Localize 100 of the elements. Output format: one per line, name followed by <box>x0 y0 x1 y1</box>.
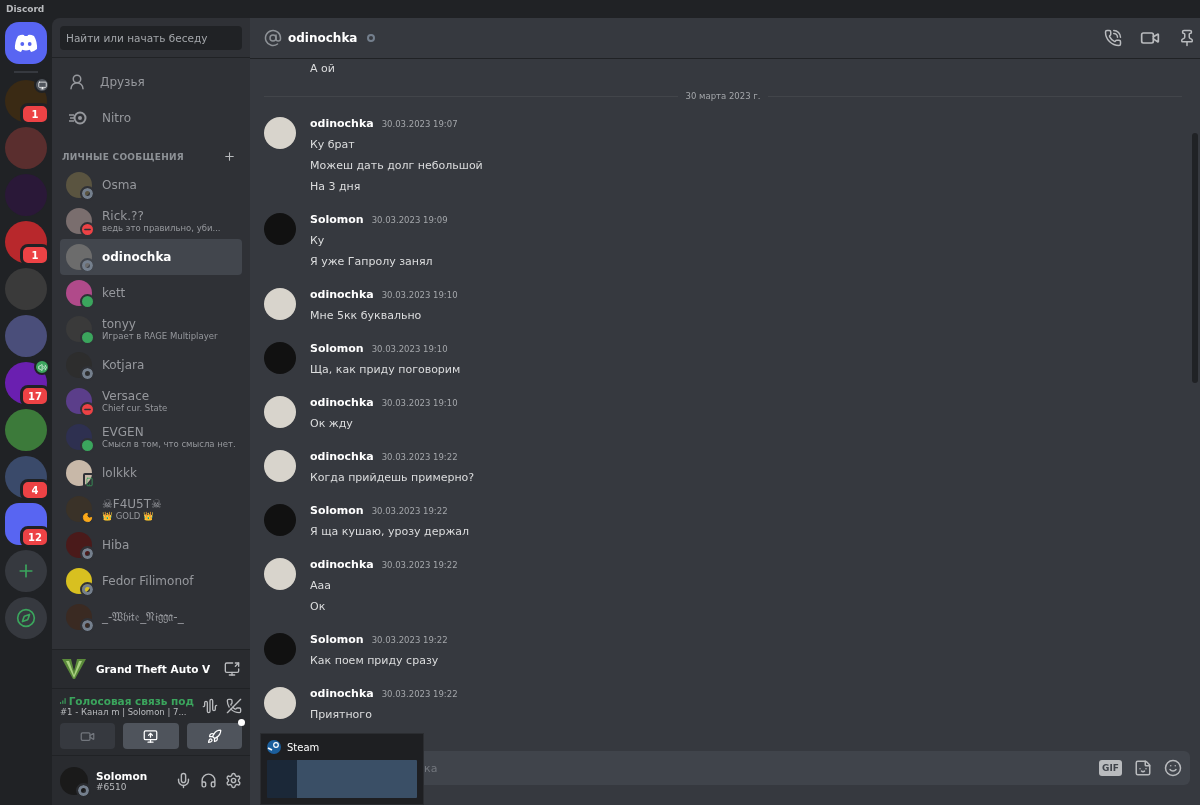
avatar <box>66 568 92 594</box>
unread-badge: 17 <box>20 385 50 407</box>
disconnect-button[interactable] <box>226 698 242 714</box>
message-author: Solomon <box>310 342 364 355</box>
monitor-icon <box>143 728 159 744</box>
avatar <box>66 172 92 198</box>
sticker-icon <box>1134 759 1152 777</box>
search-field[interactable]: Найти или начать беседу <box>60 25 242 50</box>
dm-item[interactable]: ☠F4U5T☠ 👑 GOLD 👑 <box>60 491 242 527</box>
avatar <box>264 687 296 719</box>
dm-item[interactable]: EVGEN Смысл в том, что смысла нет. <box>60 419 242 455</box>
gif-button[interactable]: GIF <box>1099 760 1122 776</box>
dm-name: lolkkk <box>102 466 137 480</box>
status-online-icon <box>80 330 95 345</box>
camera-button[interactable] <box>60 723 116 749</box>
speaker-icon <box>34 359 50 375</box>
dm-item[interactable]: Osma <box>60 167 242 203</box>
avatar <box>264 396 296 428</box>
dm-item[interactable]: Kotjara <box>60 347 242 383</box>
user-tag: #6510 <box>96 781 167 792</box>
explore-button[interactable] <box>5 597 47 639</box>
voice-channel-link[interactable]: #1 - Канал m | Solomon | 7... <box>60 707 194 717</box>
status-mobile-icon <box>83 473 96 490</box>
dm-name: kett <box>102 286 126 300</box>
add-server-button[interactable] <box>5 550 47 592</box>
headphones-icon <box>200 772 217 789</box>
microphone-icon <box>175 772 192 789</box>
dm-status-text: ведь это правильно, уби... <box>102 223 221 233</box>
message-author: odinochka <box>310 288 374 301</box>
activity-game-name: Grand Theft Auto V <box>96 663 212 675</box>
signal-icon <box>60 696 66 706</box>
message-time: 30.03.2023 19:09 <box>371 215 448 225</box>
message-time: 30.03.2023 19:07 <box>381 119 458 129</box>
dm-item[interactable]: kett <box>60 275 242 311</box>
settings-button[interactable] <box>225 772 242 789</box>
app-title: Discord <box>6 4 45 14</box>
avatar <box>66 604 92 630</box>
dm-item[interactable]: Fedor Filimonof <box>60 563 242 599</box>
message-text: Ку брат <box>310 137 356 153</box>
headphones-button[interactable] <box>200 772 217 789</box>
home-button[interactable] <box>5 22 47 64</box>
message-author: odinochka <box>310 450 374 463</box>
avatar <box>264 633 296 665</box>
dm-status-text: Смысл в том, что смысла нет. <box>102 439 236 449</box>
status-dnd-icon <box>80 222 95 237</box>
rocket-icon <box>206 728 222 744</box>
avatar <box>66 208 92 234</box>
status-dnd-icon <box>80 402 95 417</box>
dm-item[interactable]: Versace Chief cur. State <box>60 383 242 419</box>
scrollbar-thumb[interactable] <box>1192 133 1198 383</box>
voice-status: Голосовая связь под <box>68 695 194 707</box>
nav-item[interactable]: Друзья <box>60 64 242 100</box>
dm-item[interactable]: _-𝔚𝔥𝔦𝔱𝔢_𝔑𝔦𝔤𝔤𝔞-_ <box>60 599 242 635</box>
message-text: Ща, как приду поговорим <box>310 362 461 378</box>
dm-status-text: 👑 GOLD 👑 <box>102 511 155 521</box>
status-offline-icon <box>76 782 91 798</box>
emoji-button[interactable] <box>1164 759 1182 777</box>
message-text: Ку <box>310 233 326 249</box>
share-screen-button[interactable] <box>123 723 179 749</box>
popup-title: Steam <box>287 741 320 753</box>
dm-name: odinochka <box>102 250 172 264</box>
nitro-icon <box>68 111 88 125</box>
avatar <box>264 558 296 590</box>
dm-item[interactable]: lolkkk <box>60 455 242 491</box>
dm-name: Fedor Filimonof <box>102 574 194 588</box>
section-header: ЛИЧНЫЕ СООБЩЕНИЯ <box>62 151 185 162</box>
dm-name: _-𝔚𝔥𝔦𝔱𝔢_𝔑𝔦𝔤𝔤𝔞-_ <box>102 610 184 624</box>
noise-suppression-button[interactable] <box>202 698 218 714</box>
voice-call-icon[interactable] <box>1104 29 1122 47</box>
pin-icon[interactable] <box>1178 29 1196 47</box>
nav-item[interactable]: Nitro <box>60 100 242 136</box>
message-text: Как поем приду сразу <box>310 653 440 669</box>
dm-status-text: Играет в RAGE Multiplayer <box>102 331 218 341</box>
avatar <box>264 342 296 374</box>
sticker-button[interactable] <box>1134 759 1152 777</box>
message-text: Можеш дать долг небольшой <box>310 158 483 174</box>
dm-item[interactable]: odinochka <box>60 239 242 275</box>
dm-item[interactable]: Rick.?? ведь это правильно, уби... <box>60 203 242 239</box>
message-text: Ааа <box>310 578 332 594</box>
dm-item[interactable]: tonyy Играет в RAGE Multiplayer <box>60 311 242 347</box>
message-time: 30.03.2023 19:22 <box>381 452 458 462</box>
status-online-icon <box>80 294 95 309</box>
user-name: Solomon <box>96 769 149 782</box>
status-offline-icon <box>80 186 95 201</box>
message-time: 30.03.2023 19:22 <box>381 689 458 699</box>
unread-badge: 12 <box>20 526 50 548</box>
dm-item[interactable]: Hiba <box>60 527 242 563</box>
user-avatar[interactable] <box>60 766 88 795</box>
monitor-icon <box>224 661 240 677</box>
status-offline-icon <box>80 618 95 633</box>
microphone-button[interactable] <box>175 772 192 789</box>
message-time: 30.03.2023 19:22 <box>371 506 448 516</box>
dm-name: Osma <box>102 178 137 192</box>
message-time: 30.03.2023 19:22 <box>381 560 458 570</box>
avatar <box>264 288 296 320</box>
message-author: odinochka <box>310 117 374 130</box>
add-dm-icon[interactable] <box>223 150 236 163</box>
screen-share-button[interactable] <box>224 661 240 677</box>
message-author: odinochka <box>310 558 374 571</box>
discord-logo-icon <box>14 34 38 52</box>
